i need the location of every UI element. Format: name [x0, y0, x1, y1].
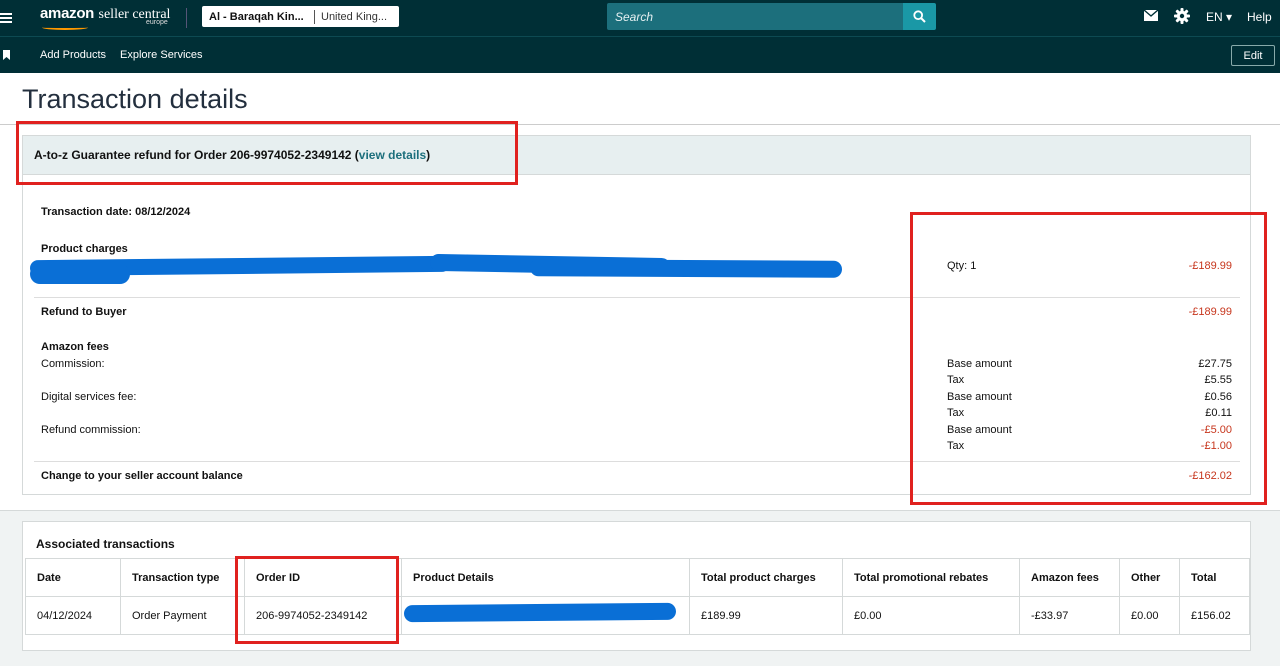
- amazon-fees-label: Amazon fees: [41, 341, 109, 353]
- fee-line-name: Base amount: [947, 358, 1012, 370]
- transaction-heading-suffix: ): [426, 148, 431, 162]
- language-selector[interactable]: EN ▾: [1206, 10, 1232, 24]
- cell-total-promotional-rebates: £0.00: [842, 596, 1020, 635]
- logo-amazon-text: amazon: [40, 5, 95, 22]
- fee-line-amount: £0.56: [1204, 391, 1232, 403]
- redaction-mark: [529, 259, 843, 278]
- column-header-order-id: Order ID: [244, 558, 402, 597]
- gear-icon[interactable]: [1174, 8, 1190, 24]
- cell-other: £0.00: [1119, 596, 1180, 635]
- product-quantity: Qty: 1: [947, 260, 977, 272]
- title-divider: [0, 124, 1280, 125]
- transaction-date: Transaction date: 08/12/2024: [41, 206, 191, 218]
- seller-central-logo[interactable]: amazon seller central europe: [40, 5, 170, 31]
- associated-transactions-panel: Associated transactions Date Transaction…: [22, 521, 1251, 651]
- transaction-heading: A-to-z Guarantee refund for Order 206-99…: [34, 148, 430, 162]
- associated-transactions-title: Associated transactions: [36, 537, 175, 551]
- cell-transaction-type: Order Payment: [120, 596, 245, 635]
- header-divider: [186, 8, 187, 28]
- fee-line-name: Tax: [947, 374, 965, 386]
- product-charges-amount: -£189.99: [1188, 260, 1232, 272]
- table-header-row: Date Transaction type Order ID Product D…: [25, 558, 1250, 597]
- search-input[interactable]: [607, 3, 903, 30]
- edit-button[interactable]: Edit: [1231, 45, 1275, 66]
- row-divider: [34, 461, 1240, 462]
- fee-line-name: Tax: [947, 440, 965, 452]
- menu-icon[interactable]: [0, 9, 14, 27]
- digital-services-fee-label: Digital services fee:: [41, 391, 137, 403]
- secondary-nav-bar: Add Products Explore Services Edit: [0, 36, 1280, 73]
- fee-line-amount: £27.75: [1198, 358, 1232, 370]
- top-bar: amazon seller central europe Al - Baraqa…: [0, 0, 1280, 36]
- view-details-link[interactable]: view details: [359, 148, 426, 162]
- redaction-mark: [403, 602, 677, 623]
- amazon-smile-icon: [42, 25, 88, 30]
- cell-total-link[interactable]: £156.02: [1179, 596, 1250, 635]
- account-switcher[interactable]: Al - Baraqah Kin... United King...: [202, 6, 399, 27]
- refund-to-buyer-amount: -£189.99: [1188, 306, 1232, 318]
- nav-explore-services[interactable]: Explore Services: [120, 49, 203, 61]
- fee-line-amount: -£5.00: [1200, 424, 1232, 436]
- column-header-transaction-type: Transaction type: [120, 558, 245, 597]
- cell-total-product-charges: £189.99: [689, 596, 843, 635]
- page-title: Transaction details: [22, 84, 248, 114]
- product-charges-label: Product charges: [41, 243, 128, 255]
- refund-to-buyer-label: Refund to Buyer: [41, 306, 127, 318]
- cell-amazon-fees: -£33.97: [1019, 596, 1120, 635]
- fee-line-amount: £5.55: [1204, 374, 1232, 386]
- cell-order-id: 206-9974052-2349142: [244, 596, 402, 635]
- fee-line-name: Tax: [947, 407, 965, 419]
- search-box: [607, 3, 903, 30]
- balance-change-amount: -£162.02: [1188, 470, 1232, 482]
- transaction-heading-prefix: A-to-z Guarantee refund for Order 206-99…: [34, 148, 359, 162]
- refund-commission-link[interactable]: Refund commission:: [41, 424, 141, 436]
- cell-date: 04/12/2024: [25, 596, 121, 635]
- fee-line-name: Base amount: [947, 424, 1012, 436]
- column-header-date: Date: [25, 558, 121, 597]
- commission-label: Commission:: [41, 358, 105, 370]
- mail-icon[interactable]: [1144, 10, 1158, 21]
- bookmark-icon[interactable]: [3, 50, 10, 60]
- fee-line-name: Base amount: [947, 391, 1012, 403]
- column-header-amazon-fees: Amazon fees: [1019, 558, 1120, 597]
- marketplace-name: United King...: [321, 10, 388, 23]
- logo-region-text: europe: [146, 19, 168, 26]
- row-divider: [34, 297, 1240, 298]
- fee-line-amount: £0.11: [1205, 407, 1232, 419]
- nav-add-products[interactable]: Add Products: [40, 49, 106, 61]
- column-header-total: Total: [1179, 558, 1250, 597]
- transaction-panel-header: A-to-z Guarantee refund for Order 206-99…: [23, 136, 1250, 175]
- search-button[interactable]: [903, 3, 936, 30]
- help-link[interactable]: Help: [1247, 10, 1272, 24]
- column-header-other: Other: [1119, 558, 1180, 597]
- column-header-product-details: Product Details: [401, 558, 690, 597]
- fee-line-amount: -£1.00: [1200, 440, 1232, 452]
- associated-transactions-table: Date Transaction type Order ID Product D…: [25, 558, 1250, 635]
- redaction-mark: [30, 264, 130, 284]
- column-header-total-product-charges: Total product charges: [689, 558, 843, 597]
- transaction-panel: A-to-z Guarantee refund for Order 206-99…: [22, 135, 1251, 495]
- search-icon: [913, 10, 926, 23]
- account-name: Al - Baraqah Kin...: [209, 10, 304, 23]
- column-header-total-promotional-rebates: Total promotional rebates: [842, 558, 1020, 597]
- balance-change-label: Change to your seller account balance: [41, 470, 243, 482]
